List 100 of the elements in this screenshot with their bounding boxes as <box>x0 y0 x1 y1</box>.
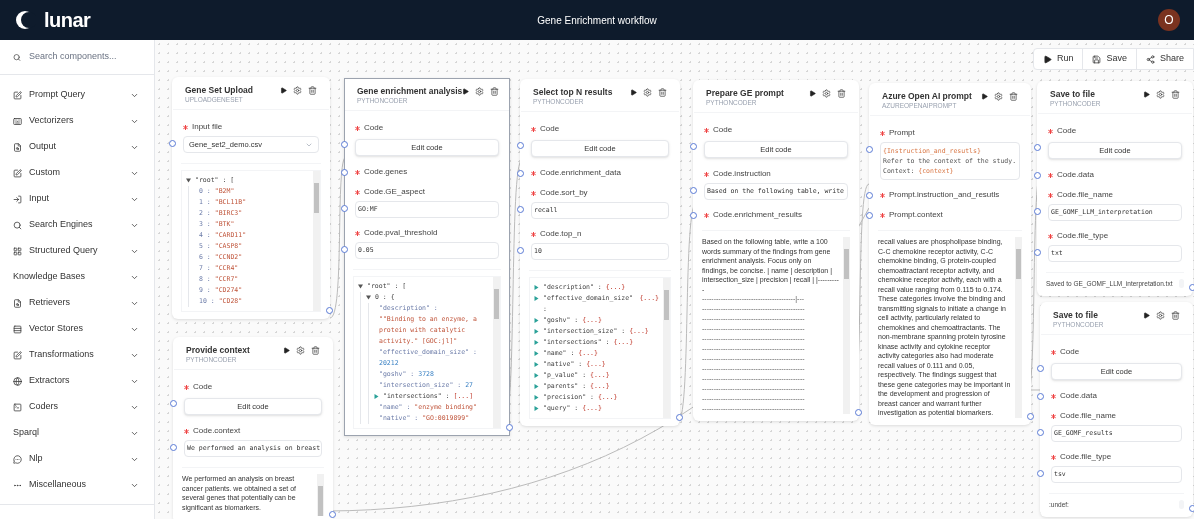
sidebar-category[interactable]: Custom <box>0 160 154 186</box>
caret-right-icon[interactable] <box>534 373 539 378</box>
sidebar-category[interactable]: Coders <box>0 394 154 420</box>
play-icon[interactable] <box>1143 312 1150 319</box>
caret-right-icon[interactable] <box>534 384 539 389</box>
trash-icon[interactable] <box>658 88 667 97</box>
caret-right-icon[interactable] <box>534 395 539 400</box>
workflow-node[interactable] <box>173 337 333 519</box>
connection-handle[interactable] <box>1037 393 1044 400</box>
trash-icon[interactable] <box>1009 92 1018 101</box>
connection-handle[interactable] <box>329 511 336 518</box>
connection-handle[interactable] <box>517 142 524 149</box>
sidebar-category[interactable]: Extractors <box>0 368 154 394</box>
caret-down-icon[interactable] <box>358 284 363 289</box>
sidebar-category[interactable]: Structured Query <box>0 238 154 264</box>
connection-handle[interactable] <box>1037 429 1044 436</box>
connection-handle[interactable] <box>855 409 862 416</box>
sidebar-category[interactable]: Vectorizers <box>0 108 154 134</box>
play-icon[interactable] <box>462 88 470 95</box>
caret-right-icon[interactable] <box>534 329 539 334</box>
settings-icon[interactable] <box>1156 90 1165 99</box>
caret-down-icon[interactable] <box>366 295 371 300</box>
caret-right-icon[interactable] <box>534 362 539 367</box>
trash-icon[interactable] <box>311 346 320 355</box>
sidebar-category[interactable]: Retrievers <box>0 290 154 316</box>
connection-handle[interactable] <box>341 205 348 212</box>
connection-handle[interactable] <box>170 444 177 451</box>
play-icon[interactable] <box>283 347 290 354</box>
sidebar-category[interactable]: Sparql <box>0 420 154 446</box>
settings-icon[interactable] <box>822 89 831 98</box>
workflow-node[interactable] <box>869 83 1031 425</box>
connection-handle[interactable] <box>1034 144 1041 151</box>
connection-handle[interactable] <box>517 247 524 254</box>
connection-handle[interactable] <box>1034 249 1041 256</box>
sidebar-category[interactable]: Miscellaneous <box>0 472 154 498</box>
connection-handle[interactable] <box>1034 172 1041 179</box>
connection-handle[interactable] <box>690 143 697 150</box>
avatar[interactable]: O <box>1158 9 1180 31</box>
sidebar-category[interactable]: Search Engines <box>0 212 154 238</box>
connection-handle[interactable] <box>170 400 177 407</box>
connection-handle[interactable] <box>1034 208 1041 215</box>
connection-handle[interactable] <box>169 140 176 147</box>
sidebar-category[interactable]: Output <box>0 134 154 160</box>
trash-icon[interactable] <box>1171 90 1180 99</box>
settings-icon[interactable] <box>1156 311 1165 320</box>
caret-right-icon[interactable] <box>534 296 539 301</box>
connection-handle[interactable] <box>326 307 333 314</box>
play-icon[interactable] <box>981 93 988 100</box>
connection-handle[interactable] <box>690 212 697 219</box>
play-icon[interactable] <box>1143 91 1150 98</box>
connection-handle[interactable] <box>690 187 697 194</box>
play-icon[interactable] <box>280 87 287 94</box>
connection-handle[interactable] <box>866 212 873 219</box>
trash-icon[interactable] <box>1171 311 1180 320</box>
caret-right-icon[interactable] <box>374 394 379 399</box>
connection-handle[interactable] <box>517 206 524 213</box>
sidebar-category[interactable]: Nlp <box>0 446 154 472</box>
connection-handle[interactable] <box>866 146 873 153</box>
toolbar-button[interactable]: Run <box>1033 49 1083 69</box>
caret-right-icon[interactable] <box>534 351 539 356</box>
workflow-node[interactable] <box>520 79 680 426</box>
caret-right-icon[interactable] <box>534 406 539 411</box>
workflow-node[interactable] <box>344 78 510 436</box>
scrollbar[interactable] <box>843 237 850 414</box>
sidebar-category[interactable]: Vector Stores <box>0 316 154 342</box>
search-field[interactable]: Search components... <box>0 40 154 75</box>
trash-icon[interactable] <box>308 86 317 95</box>
connection-handle[interactable] <box>1189 504 1194 512</box>
connection-handle[interactable] <box>1037 470 1044 477</box>
scrollbar[interactable] <box>313 171 320 311</box>
connection-handle[interactable] <box>341 141 348 148</box>
settings-icon[interactable] <box>296 346 305 355</box>
play-icon[interactable] <box>809 90 816 97</box>
connection-handle[interactable] <box>1189 283 1194 291</box>
settings-icon[interactable] <box>994 92 1003 101</box>
connection-handle[interactable] <box>506 424 513 431</box>
sidebar-category[interactable]: Input <box>0 186 154 212</box>
search-input[interactable]: Search components... <box>28 50 141 64</box>
trash-icon[interactable] <box>837 89 846 98</box>
connection-handle[interactable] <box>1037 365 1044 372</box>
sidebar-category[interactable]: Prompt Query <box>0 82 154 108</box>
trash-icon[interactable] <box>490 87 500 96</box>
settings-icon[interactable] <box>643 88 652 97</box>
toolbar-button[interactable]: Save <box>1082 49 1136 69</box>
scrollbar[interactable] <box>663 278 670 418</box>
caret-right-icon[interactable] <box>534 340 539 345</box>
caret-down-icon[interactable] <box>186 178 191 183</box>
toolbar-button[interactable]: Share <box>1135 49 1193 69</box>
connection-handle[interactable] <box>866 192 873 199</box>
scrollbar[interactable] <box>493 277 500 428</box>
scrollbar[interactable] <box>317 474 324 516</box>
connection-handle[interactable] <box>517 170 524 177</box>
settings-icon[interactable] <box>475 87 485 96</box>
caret-right-icon[interactable] <box>534 318 539 323</box>
connection-handle[interactable] <box>1027 412 1034 420</box>
play-icon[interactable] <box>630 89 637 96</box>
settings-icon[interactable] <box>293 86 302 95</box>
connection-handle[interactable] <box>341 169 348 176</box>
sidebar-category[interactable]: Knowledge Bases <box>0 264 154 290</box>
connection-handle[interactable] <box>341 246 348 253</box>
